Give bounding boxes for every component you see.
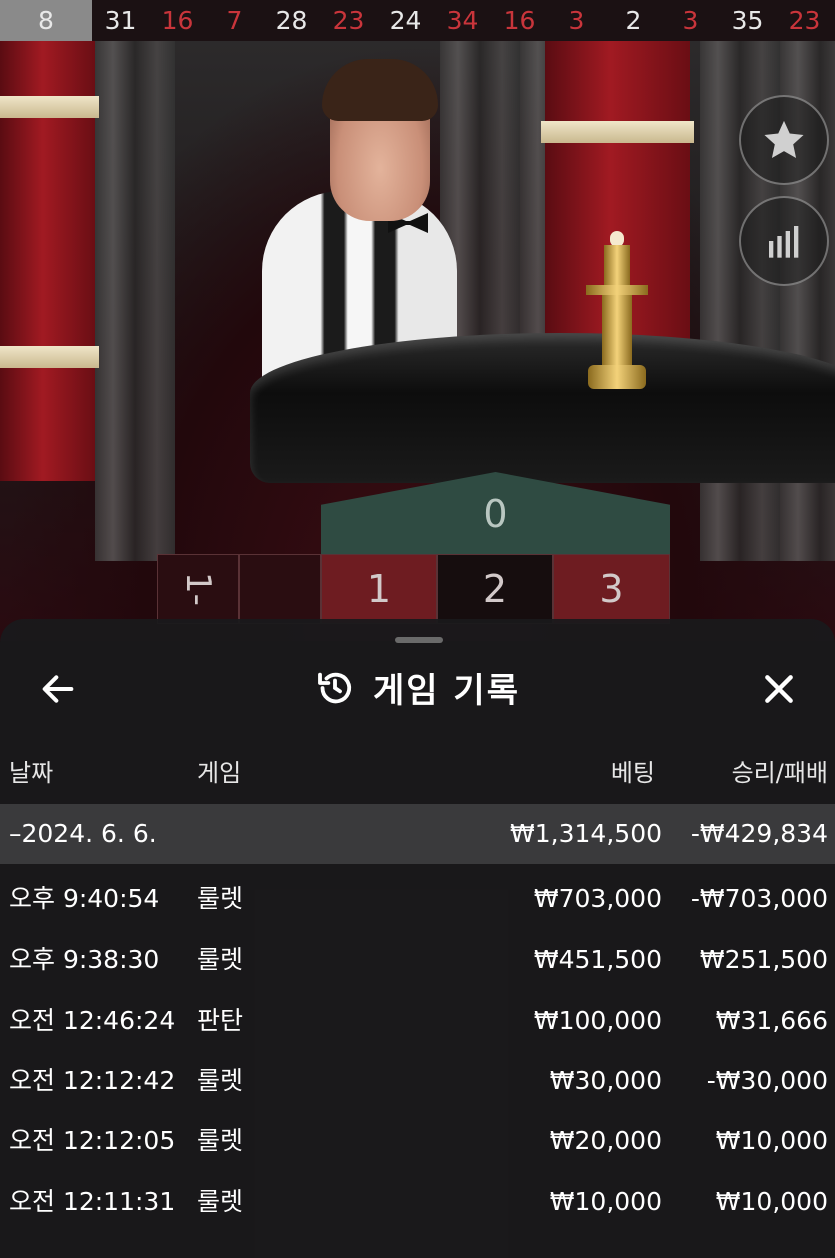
recent-result: 2: [625, 6, 642, 35]
win-loss-amount: -₩703,000: [690, 884, 828, 913]
recent-result: 23: [788, 6, 821, 35]
recent-result: 28: [275, 6, 308, 35]
panel-title: 게임 기록: [373, 671, 520, 711]
recent-result: 16: [161, 6, 194, 35]
game-name: 룰렛: [197, 1126, 244, 1155]
round-time: 오전 12:12:05: [9, 1126, 176, 1155]
bet-spot-label: 1-: [178, 572, 218, 606]
recent-result-latest: 8: [0, 0, 92, 41]
wheel-turret: [582, 231, 652, 401]
recent-results-bar: 8 31 16 7 28 23 24 34 16 3 2 3 35 23: [0, 0, 835, 41]
bet-spot-zero[interactable]: 0: [321, 472, 670, 554]
game-name: 룰렛: [197, 1066, 244, 1095]
bet-spot-1[interactable]: 1: [321, 554, 437, 624]
game-name: 룰렛: [197, 1187, 244, 1216]
round-time: 오후 9:40:54: [9, 884, 160, 913]
bet-amount: ₩20,000: [549, 1126, 662, 1155]
date-group-label: –2024. 6. 6.: [9, 819, 157, 848]
history-row[interactable]: 오전 12:12:42 룰렛 ₩30,000 -₩30,000: [0, 1051, 835, 1111]
win-loss-amount: -₩429,834: [690, 819, 828, 848]
dealer-hair: [322, 59, 438, 121]
roulette-wheel: [250, 333, 835, 483]
recent-result: 23: [332, 6, 365, 35]
history-row[interactable]: 오후 9:40:54 룰렛 ₩703,000 -₩703,000: [0, 869, 835, 929]
bet-amount: ₩1,314,500: [510, 819, 662, 848]
recent-result: 7: [226, 6, 243, 35]
panel-header: 게임 기록: [0, 659, 835, 719]
history-row[interactable]: 오전 12:11:31 룰렛 ₩10,000 ₩10,000: [0, 1172, 835, 1232]
recent-result: 34: [446, 6, 479, 35]
recent-result: 16: [503, 6, 536, 35]
bet-spot-label: 1: [366, 567, 392, 611]
win-loss-amount: ₩10,000: [715, 1187, 828, 1216]
win-loss-amount: ₩251,500: [699, 945, 828, 974]
recent-result: 35: [731, 6, 764, 35]
bet-spot-label: 3: [599, 567, 624, 611]
bet-amount: ₩10,000: [549, 1187, 662, 1216]
recent-result: 31: [104, 6, 137, 35]
game-name: 판탄: [197, 1006, 244, 1035]
date-group-row[interactable]: –2024. 6. 6. ₩1,314,500 -₩429,834: [0, 804, 835, 864]
game-name: 룰렛: [197, 884, 244, 913]
game-name: 룰렛: [197, 945, 244, 974]
star-icon: [764, 120, 804, 159]
history-row[interactable]: 오전 12:46:24 판탄 ₩100,000 ₩31,666: [0, 991, 835, 1051]
bet-spot-dozen[interactable]: [239, 554, 321, 624]
column-header-bet: 베팅: [610, 759, 655, 787]
history-row[interactable]: 오후 9:38:30 룰렛 ₩451,500 ₩251,500: [0, 930, 835, 990]
history-icon: [318, 672, 352, 703]
bet-amount: ₩30,000: [549, 1066, 662, 1095]
curtain-backdrop: [95, 41, 175, 561]
statistics-button[interactable]: [739, 196, 829, 286]
live-video-feed: 0 1- 1 2 3: [0, 41, 835, 641]
win-loss-amount: ₩10,000: [715, 1126, 828, 1155]
game-history-panel: 게임 기록 날짜 게임 베팅 승리/패배 –2024. 6. 6. ₩1,314…: [0, 619, 835, 1258]
recent-result: 3: [568, 6, 585, 35]
column-header-win-loss: 승리/패배: [731, 759, 828, 787]
column-header-date: 날짜: [9, 759, 54, 787]
round-time: 오전 12:11:31: [9, 1187, 176, 1216]
bet-spot-label: 0: [483, 492, 508, 536]
win-loss-amount: -₩30,000: [706, 1066, 828, 1095]
bet-amount: ₩703,000: [533, 884, 662, 913]
bet-spot-3[interactable]: 3: [553, 554, 670, 624]
bet-spot-label: 2: [482, 567, 508, 611]
bet-amount: ₩100,000: [533, 1006, 662, 1035]
round-time: 오전 12:46:24: [9, 1006, 176, 1035]
recent-result: 3: [682, 6, 699, 35]
round-time: 오후 9:38:30: [9, 945, 160, 974]
recent-result: 24: [389, 6, 422, 35]
close-button[interactable]: [759, 669, 799, 709]
bar-chart-icon: [769, 226, 799, 258]
history-row[interactable]: 오전 12:12:05 룰렛 ₩20,000 ₩10,000: [0, 1111, 835, 1171]
drag-handle[interactable]: [395, 637, 443, 643]
bet-spot-range[interactable]: 1-: [157, 554, 239, 624]
win-loss-amount: ₩31,666: [715, 1006, 828, 1035]
red-pillar: [0, 41, 99, 481]
bet-spot-2[interactable]: 2: [437, 554, 553, 624]
bet-amount: ₩451,500: [533, 945, 662, 974]
column-header-game: 게임: [197, 759, 242, 787]
close-icon: [765, 675, 793, 703]
favorite-button[interactable]: [739, 95, 829, 185]
round-time: 오전 12:12:42: [9, 1066, 176, 1095]
